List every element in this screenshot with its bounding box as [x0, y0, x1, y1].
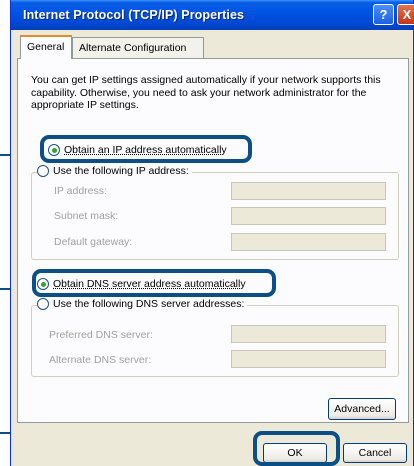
use-following-ip-label: Use the following IP address: [53, 165, 189, 177]
advanced-button[interactable]: Advanced... [328, 398, 396, 420]
subnet-mask-field[interactable] [231, 207, 386, 225]
tcpip-properties-dialog: Internet Protocol (TCP/IP) Properties ? … [10, 0, 414, 466]
subnet-mask-label: Subnet mask: [54, 210, 119, 222]
use-following-dns-label: Use the following DNS server addresses: [53, 298, 245, 310]
radio-unselected-icon [37, 165, 49, 177]
callout-ok-button [253, 431, 340, 466]
alternate-dns-field[interactable] [231, 350, 386, 368]
default-gateway-label: Default gateway: [54, 236, 133, 248]
default-gateway-field[interactable] [231, 233, 386, 251]
close-button[interactable]: X [397, 4, 414, 25]
description-text: You can get IP settings assigned automat… [31, 74, 381, 111]
callout-obtain-ip [40, 135, 252, 163]
radio-unselected-icon [37, 298, 49, 310]
tab-general[interactable]: General [20, 35, 72, 59]
help-button[interactable]: ? [373, 4, 394, 25]
alternate-dns-label: Alternate DNS server: [49, 354, 152, 366]
tab-alternate-configuration[interactable]: Alternate Configuration [72, 37, 204, 59]
cancel-button[interactable]: Cancel [343, 443, 407, 463]
title-bar[interactable]: Internet Protocol (TCP/IP) Properties ? … [11, 0, 414, 30]
use-following-ip-radio[interactable]: Use the following IP address: [37, 165, 192, 177]
preferred-dns-field[interactable] [231, 325, 386, 343]
ip-address-label: IP address: [54, 185, 107, 197]
use-following-dns-radio[interactable]: Use the following DNS server addresses: [37, 298, 248, 310]
preferred-dns-label: Preferred DNS server: [49, 329, 153, 341]
window-title: Internet Protocol (TCP/IP) Properties [23, 8, 245, 22]
callout-obtain-dns [32, 269, 276, 297]
ip-address-field[interactable] [231, 182, 386, 200]
